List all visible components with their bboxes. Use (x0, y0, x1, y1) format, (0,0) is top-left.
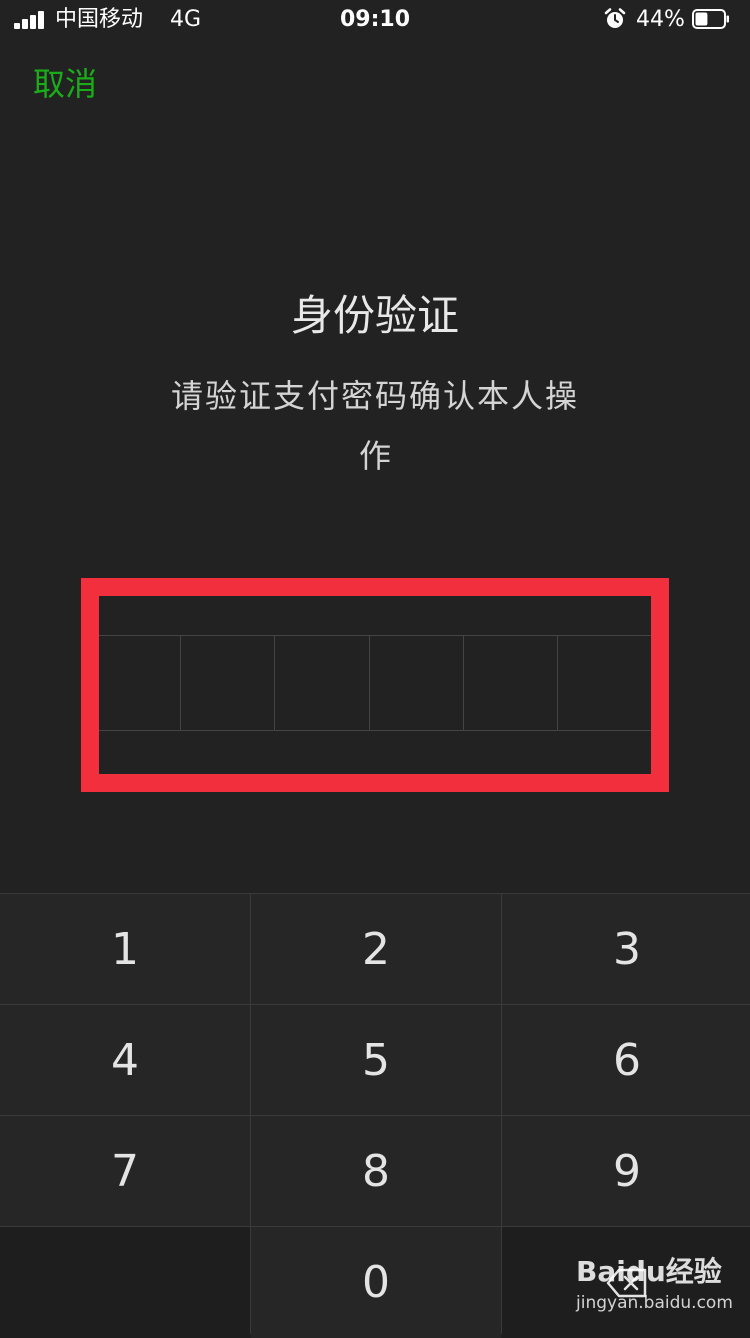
alarm-icon (604, 8, 626, 28)
key-7[interactable]: 7 (0, 1116, 250, 1226)
key-0[interactable]: 0 (251, 1227, 501, 1338)
cancel-button[interactable]: 取消 (33, 62, 97, 106)
subtitle-line-1: 请验证支付密码确认本人操 (170, 377, 579, 415)
key-5[interactable]: 5 (251, 1005, 501, 1115)
key-4[interactable]: 4 (0, 1005, 250, 1115)
key-2[interactable]: 2 (251, 894, 501, 1004)
key-6[interactable]: 6 (502, 1005, 750, 1115)
status-bar: 中国移动 4G 09:10 44% (0, 0, 750, 40)
numeric-keypad: 1 2 3 4 5 6 7 8 9 0 (0, 893, 750, 1338)
key-9[interactable]: 9 (502, 1116, 750, 1226)
key-blank (0, 1227, 250, 1338)
page-title: 身份验证 (290, 291, 459, 340)
key-1[interactable]: 1 (0, 894, 250, 1004)
highlight-annotation-box (81, 578, 669, 792)
subtitle-line-2: 作 (358, 437, 391, 475)
battery-icon (692, 9, 729, 29)
battery-percent: 44% (636, 7, 685, 32)
delete-key[interactable] (502, 1227, 750, 1338)
key-8[interactable]: 8 (251, 1116, 501, 1226)
key-3[interactable]: 3 (502, 894, 750, 1004)
backspace-icon (606, 1268, 647, 1297)
